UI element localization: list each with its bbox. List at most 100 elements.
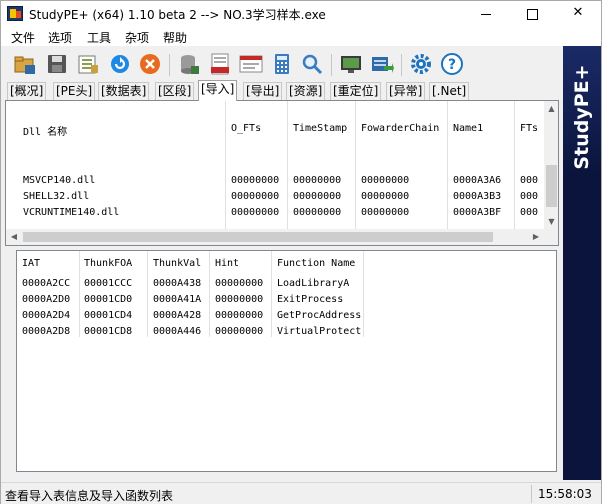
- function-row-cell: 00001CCC: [84, 278, 133, 289]
- column-header-iat[interactable]: IAT: [22, 258, 40, 269]
- dll-row-cell: 00000000: [231, 191, 280, 202]
- help-icon[interactable]: ?: [440, 52, 464, 76]
- dll-row-name[interactable]: SHELL32.dll: [23, 191, 89, 202]
- menu-help[interactable]: 帮助: [163, 29, 187, 46]
- tab-import[interactable]: [导入]: [198, 80, 238, 101]
- column-header-hint[interactable]: Hint: [215, 258, 239, 269]
- horizontal-scroll-thumb[interactable]: [23, 232, 493, 242]
- dll-row-cell: 0000A3B3: [453, 191, 502, 202]
- close-file-icon[interactable]: [138, 52, 162, 76]
- close-button[interactable]: ✕: [555, 1, 601, 26]
- function-row-cell: 0000A438: [153, 278, 202, 289]
- function-row-cell[interactable]: 0000A2CC: [22, 278, 70, 289]
- tab-relocation[interactable]: [重定位]: [330, 82, 382, 100]
- scroll-right-arrow-icon[interactable]: ▶: [528, 229, 544, 245]
- status-clock: 15:58:03: [538, 487, 592, 501]
- save-icon[interactable]: [45, 52, 69, 76]
- dll-row-cell: 00000000: [293, 175, 342, 186]
- export-icon[interactable]: [370, 52, 394, 76]
- function-row-cell[interactable]: 0000A2D8: [22, 326, 70, 337]
- menu-misc[interactable]: 杂项: [125, 29, 149, 46]
- calculator-icon[interactable]: [270, 52, 294, 76]
- tab-dotnet[interactable]: [.Net]: [429, 82, 470, 100]
- column-header-function-name[interactable]: Function Name: [277, 258, 355, 269]
- function-row-cell: 00001CD8: [84, 326, 133, 337]
- function-row-cell[interactable]: 0000A2D0: [22, 294, 70, 305]
- column-header-forwarder[interactable]: FowarderChain: [361, 123, 439, 134]
- column-header-oft[interactable]: O_FTs: [231, 123, 261, 134]
- app-logo-icon: [7, 6, 23, 21]
- app-window: StudyPE+ (x64) 1.10 beta 2 --> NO.3学习样本.…: [0, 0, 602, 504]
- maximize-button[interactable]: [509, 1, 555, 26]
- function-row-cell[interactable]: 0000A2D4: [22, 310, 70, 321]
- column-header-fts[interactable]: FTs: [520, 123, 538, 134]
- function-row-name: GetProcAddress: [277, 310, 362, 321]
- asm-icon[interactable]: [208, 52, 232, 76]
- dll-row-name[interactable]: VCRUNTIME140.dll: [23, 207, 119, 218]
- dll-row-cell: 00000000: [361, 175, 410, 186]
- dll-row-cell: 000: [520, 175, 539, 186]
- menu-file[interactable]: 文件: [11, 29, 35, 46]
- brand-sidebar: StudyPE+: [563, 46, 601, 480]
- menu-bar: 文件 选项 工具 杂项 帮助: [1, 26, 601, 46]
- tab-resources[interactable]: [资源]: [286, 82, 326, 100]
- minimize-button[interactable]: [463, 1, 509, 26]
- menu-options[interactable]: 选项: [48, 29, 72, 46]
- scroll-down-arrow-icon[interactable]: ▼: [544, 214, 558, 229]
- monitor-icon[interactable]: [339, 52, 363, 76]
- function-list[interactable]: IAT ThunkFOA ThunkVal Hint Function Name…: [16, 250, 557, 472]
- brand-logo: StudyPE+: [571, 64, 593, 170]
- status-bar: 查看导入表信息及导入函数列表 15:58:03: [1, 482, 601, 504]
- dll-row-cell: 00000000: [231, 207, 280, 218]
- tab-data-directory[interactable]: [数据表]: [98, 82, 150, 100]
- function-row-name: ExitProcess: [277, 294, 344, 305]
- vertical-scrollbar[interactable]: ▲ ▼: [544, 101, 558, 229]
- asm-window-icon[interactable]: [239, 52, 263, 76]
- menu-tools[interactable]: 工具: [87, 29, 111, 46]
- open-file-icon[interactable]: [13, 52, 37, 76]
- dll-row-cell: 0000A3BF: [453, 207, 502, 218]
- function-row-cell: 00001CD0: [84, 294, 133, 305]
- hex-view-icon[interactable]: [76, 52, 100, 76]
- status-message: 查看导入表信息及导入函数列表: [5, 489, 174, 503]
- dll-row-cell: 00000000: [293, 207, 342, 218]
- dll-row-name[interactable]: MSVCP140.dll: [23, 175, 95, 186]
- column-header-timestamp[interactable]: TimeStamp: [293, 123, 347, 134]
- function-row-cell: 00000000: [215, 310, 264, 321]
- dll-row-cell: 00000000: [293, 191, 342, 202]
- dll-list[interactable]: Dll 名称 O_FTs TimeStamp FowarderChain Nam…: [5, 100, 559, 246]
- tab-export[interactable]: [导出]: [243, 82, 283, 100]
- function-row-cell: 0000A446: [153, 326, 202, 337]
- function-row-cell: 00001CD4: [84, 310, 133, 321]
- function-row-name: VirtualProtect: [277, 326, 362, 337]
- vertical-scroll-thumb[interactable]: [546, 165, 557, 207]
- toolbar-separator: [169, 54, 170, 76]
- function-row-name: LoadLibraryA: [277, 278, 350, 289]
- settings-icon[interactable]: [409, 52, 433, 76]
- title-bar[interactable]: StudyPE+ (x64) 1.10 beta 2 --> NO.3学习样本.…: [1, 1, 601, 26]
- dll-row-cell: 0000A3A6: [453, 175, 502, 186]
- scroll-up-arrow-icon[interactable]: ▲: [544, 101, 558, 116]
- dll-row-cell: 00000000: [361, 207, 410, 218]
- tab-exception[interactable]: [异常]: [386, 82, 426, 100]
- column-header-name1[interactable]: Name1: [453, 123, 483, 134]
- database-icon[interactable]: [177, 52, 201, 76]
- function-row-cell: 00000000: [215, 326, 264, 337]
- refresh-icon[interactable]: [108, 52, 132, 76]
- toolbar-separator: [401, 54, 402, 76]
- tab-overview[interactable]: [概况]: [7, 82, 47, 100]
- search-icon[interactable]: [300, 52, 324, 76]
- svg-text:?: ?: [448, 57, 456, 73]
- dll-row-cell: 00000000: [231, 175, 280, 186]
- column-header-thunk-foa[interactable]: ThunkFOA: [84, 258, 132, 269]
- column-header-thunk-val[interactable]: ThunkVal: [153, 258, 201, 269]
- dll-row-cell: 00000000: [361, 191, 410, 202]
- column-header-dll-name[interactable]: Dll 名称: [23, 123, 67, 138]
- tab-pe-header[interactable]: [PE头]: [53, 82, 96, 100]
- tab-sections[interactable]: [区段]: [155, 82, 195, 100]
- scroll-left-arrow-icon[interactable]: ◀: [6, 229, 22, 245]
- dll-row-cell: 000: [520, 207, 539, 218]
- window-title: StudyPE+ (x64) 1.10 beta 2 --> NO.3学习样本.…: [29, 8, 326, 22]
- function-row-cell: 0000A41A: [153, 294, 202, 305]
- horizontal-scrollbar[interactable]: ◀ ▶: [6, 229, 544, 245]
